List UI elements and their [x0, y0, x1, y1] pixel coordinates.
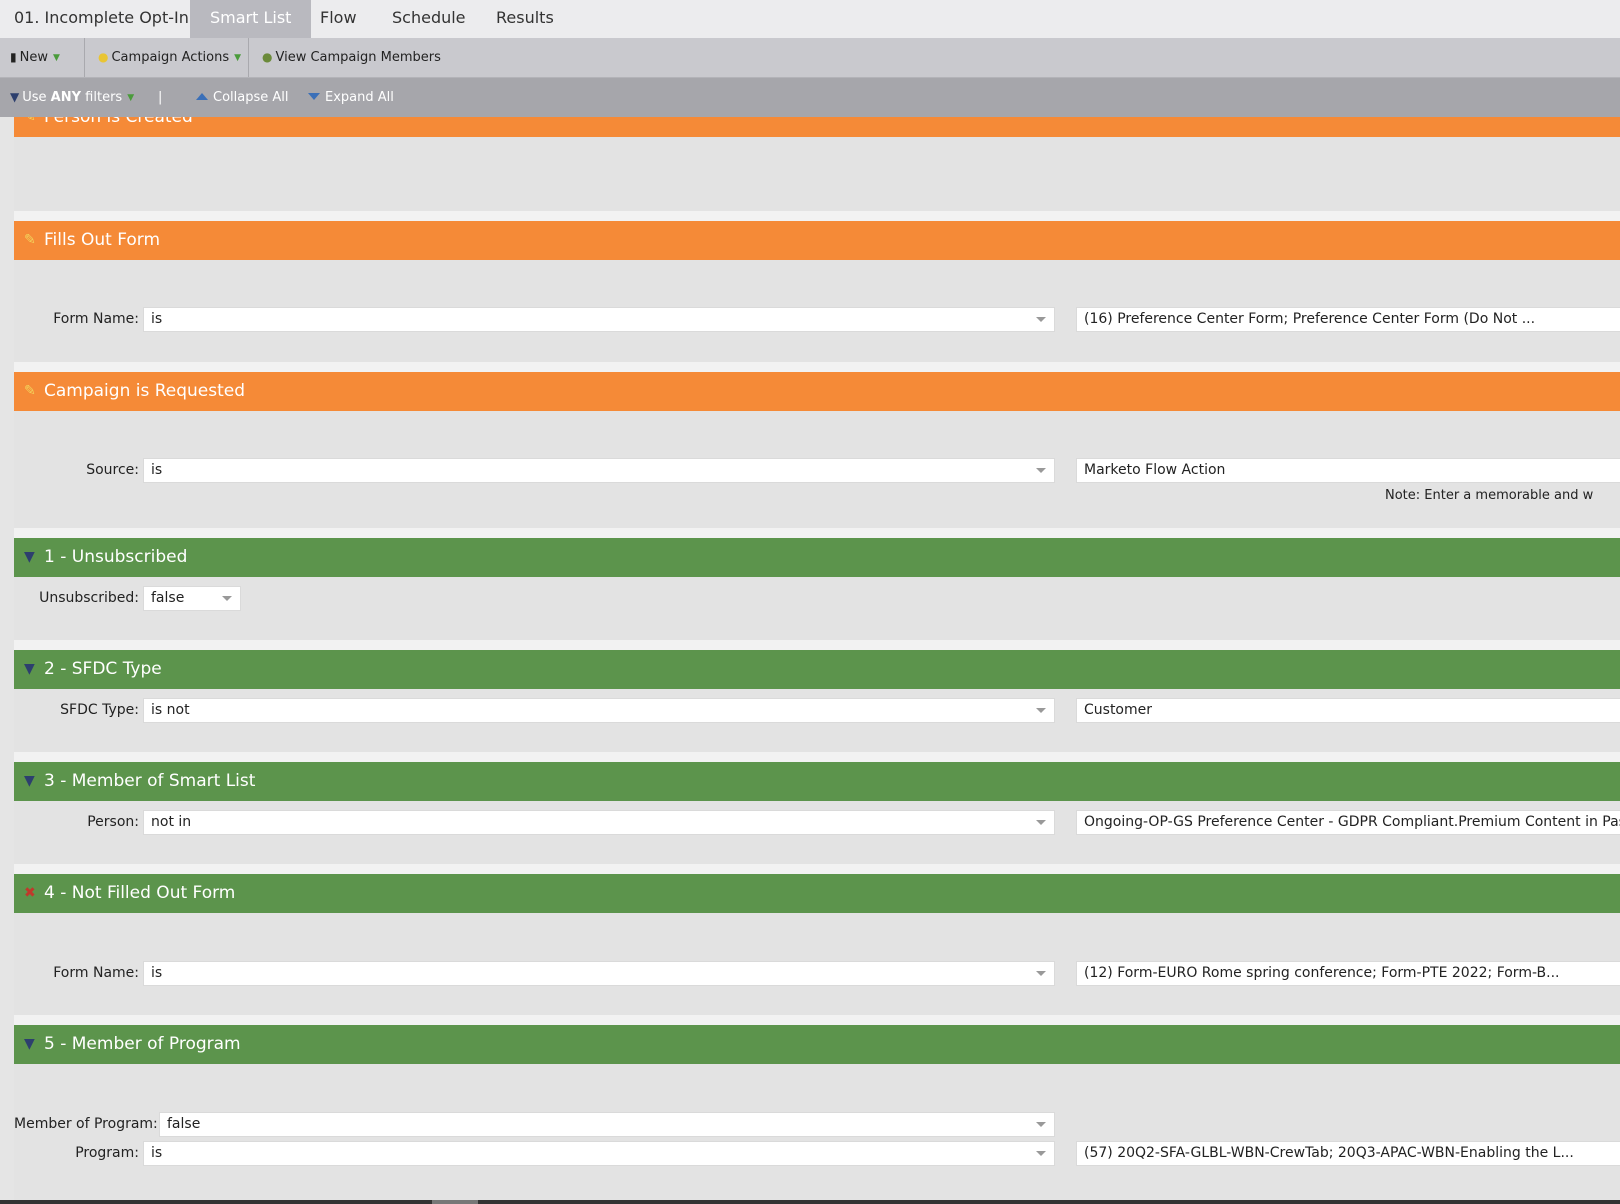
- campaign-actions-button[interactable]: ● Campaign Actions ▼: [98, 38, 241, 77]
- form-name-label: Form Name:: [53, 311, 139, 327]
- form-name-value-field[interactable]: (16) Preference Center Form; Preference …: [1076, 307, 1620, 332]
- section-divider: [14, 211, 1620, 221]
- filter-funnel-icon: ▼: [24, 1036, 35, 1052]
- trigger-header-person-created[interactable]: ✎ Person is Created: [14, 117, 1620, 137]
- sfdc-type-operator-select[interactable]: is not: [143, 698, 1055, 723]
- member-of-program-select[interactable]: false: [159, 1112, 1055, 1137]
- unsubscribed-select[interactable]: false: [143, 586, 241, 611]
- chevron-down-icon: [1036, 1122, 1046, 1127]
- filter-x-icon: ✖: [24, 885, 36, 901]
- filter-header-member-smart-list[interactable]: ▼ 3 - Member of Smart List: [14, 762, 1620, 801]
- section-divider: [14, 752, 1620, 762]
- dropdown-arrow-icon: ▼: [234, 53, 242, 63]
- filter-header-not-filled-out-form[interactable]: ✖ 4 - Not Filled Out Form: [14, 874, 1620, 913]
- view-campaign-members-button[interactable]: ● View Campaign Members: [262, 38, 441, 77]
- scrollbar-thumb[interactable]: [432, 1200, 478, 1204]
- person-operator-select[interactable]: not in: [143, 810, 1055, 835]
- lightning-pencil-icon: ✎: [24, 383, 36, 399]
- members-icon: ●: [262, 50, 273, 64]
- filter-funnel-icon: ▼: [24, 661, 35, 677]
- horizontal-scrollbar[interactable]: [0, 1200, 1620, 1204]
- expand-arrow-icon: [308, 93, 320, 100]
- dropdown-arrow-icon: ▼: [52, 53, 60, 63]
- sfdc-type-value-field[interactable]: Customer: [1076, 698, 1620, 723]
- lightning-pencil-icon: ✎: [24, 232, 36, 248]
- collapse-arrow-icon: [196, 93, 208, 100]
- collapse-all-button[interactable]: Collapse All: [196, 78, 289, 117]
- trigger-header-campaign-requested[interactable]: ✎ Campaign is Requested: [14, 372, 1620, 411]
- main-toolbar: ▮ New ▼ ● Campaign Actions ▼ ● View Campaign …: [0, 38, 1620, 78]
- chevron-down-icon: [1036, 317, 1046, 322]
- lightning-pencil-icon: ✎: [24, 117, 36, 125]
- section-divider: [14, 640, 1620, 650]
- person-label: Person:: [87, 814, 139, 830]
- new-button[interactable]: ▮ New ▼: [10, 38, 60, 77]
- chevron-down-icon: [1036, 1151, 1046, 1156]
- form-name-label: Form Name:: [53, 965, 139, 981]
- chevron-down-icon: [1036, 820, 1046, 825]
- filter-funnel-icon: ▼: [10, 90, 20, 104]
- chevron-down-icon: [1036, 971, 1046, 976]
- filter-header-sfdc-type[interactable]: ▼ 2 - SFDC Type: [14, 650, 1620, 689]
- tab-bar: 01. Incomplete Opt-In Smart List Flow Sc…: [0, 0, 1620, 39]
- toolbar-pipe: |: [158, 90, 163, 105]
- tab-schedule[interactable]: Schedule: [392, 0, 466, 38]
- section-divider: [14, 1015, 1620, 1025]
- smart-list-canvas: ✎ Person is Created ✎ Fills Out Form For…: [14, 117, 1620, 1201]
- campaign-title-tab[interactable]: 01. Incomplete Opt-In: [14, 0, 189, 38]
- source-note: Note: Enter a memorable and w: [1385, 488, 1594, 503]
- trigger-header-fills-out-form[interactable]: ✎ Fills Out Form: [14, 221, 1620, 260]
- filter-funnel-icon: ▼: [24, 773, 35, 789]
- not-filled-form-value-field[interactable]: (12) Form-EURO Rome spring conference; F…: [1076, 961, 1620, 986]
- program-value-field[interactable]: (57) 20Q2-SFA-GLBL-WBN-CrewTab; 20Q3-APA…: [1076, 1141, 1620, 1166]
- tab-smart-list[interactable]: Smart List: [190, 0, 312, 38]
- source-operator-select[interactable]: is: [143, 458, 1055, 483]
- use-any-filters-dropdown[interactable]: ▼ Use ANY filters ▼: [10, 78, 134, 117]
- source-value-field[interactable]: Marketo Flow Action: [1076, 458, 1620, 483]
- toolbar-divider: [248, 38, 249, 77]
- not-filled-form-operator-select[interactable]: is: [143, 961, 1055, 986]
- section-divider: [14, 362, 1620, 372]
- smart-list-value-field[interactable]: Ongoing-OP-GS Preference Center - GDPR C…: [1076, 810, 1620, 835]
- source-label: Source:: [86, 462, 139, 478]
- toolbar-divider: [84, 38, 85, 77]
- program-operator-select[interactable]: is: [143, 1141, 1055, 1166]
- chevron-down-icon: [222, 596, 232, 601]
- new-doc-icon: ▮: [10, 50, 17, 64]
- filter-header-member-of-program[interactable]: ▼ 5 - Member of Program: [14, 1025, 1620, 1064]
- lightbulb-icon: ●: [98, 50, 109, 64]
- chevron-down-icon: [1036, 708, 1046, 713]
- unsubscribed-label: Unsubscribed:: [39, 590, 139, 606]
- filter-toolbar: ▼ Use ANY filters ▼ | Collapse All Expand …: [0, 78, 1620, 117]
- expand-all-button[interactable]: Expand All: [308, 78, 394, 117]
- form-name-operator-select[interactable]: is: [143, 307, 1055, 332]
- tab-flow[interactable]: Flow: [320, 0, 357, 38]
- dropdown-arrow-icon: ▼: [127, 93, 135, 103]
- filter-funnel-icon: ▼: [24, 549, 35, 565]
- tab-results[interactable]: Results: [496, 0, 554, 38]
- member-of-program-label: Member of Program:: [14, 1116, 158, 1132]
- sfdc-type-label: SFDC Type:: [60, 702, 139, 718]
- section-divider: [14, 864, 1620, 874]
- section-divider: [14, 528, 1620, 538]
- chevron-down-icon: [1036, 468, 1046, 473]
- program-label: Program:: [75, 1145, 139, 1161]
- filter-header-unsubscribed[interactable]: ▼ 1 - Unsubscribed: [14, 538, 1620, 577]
